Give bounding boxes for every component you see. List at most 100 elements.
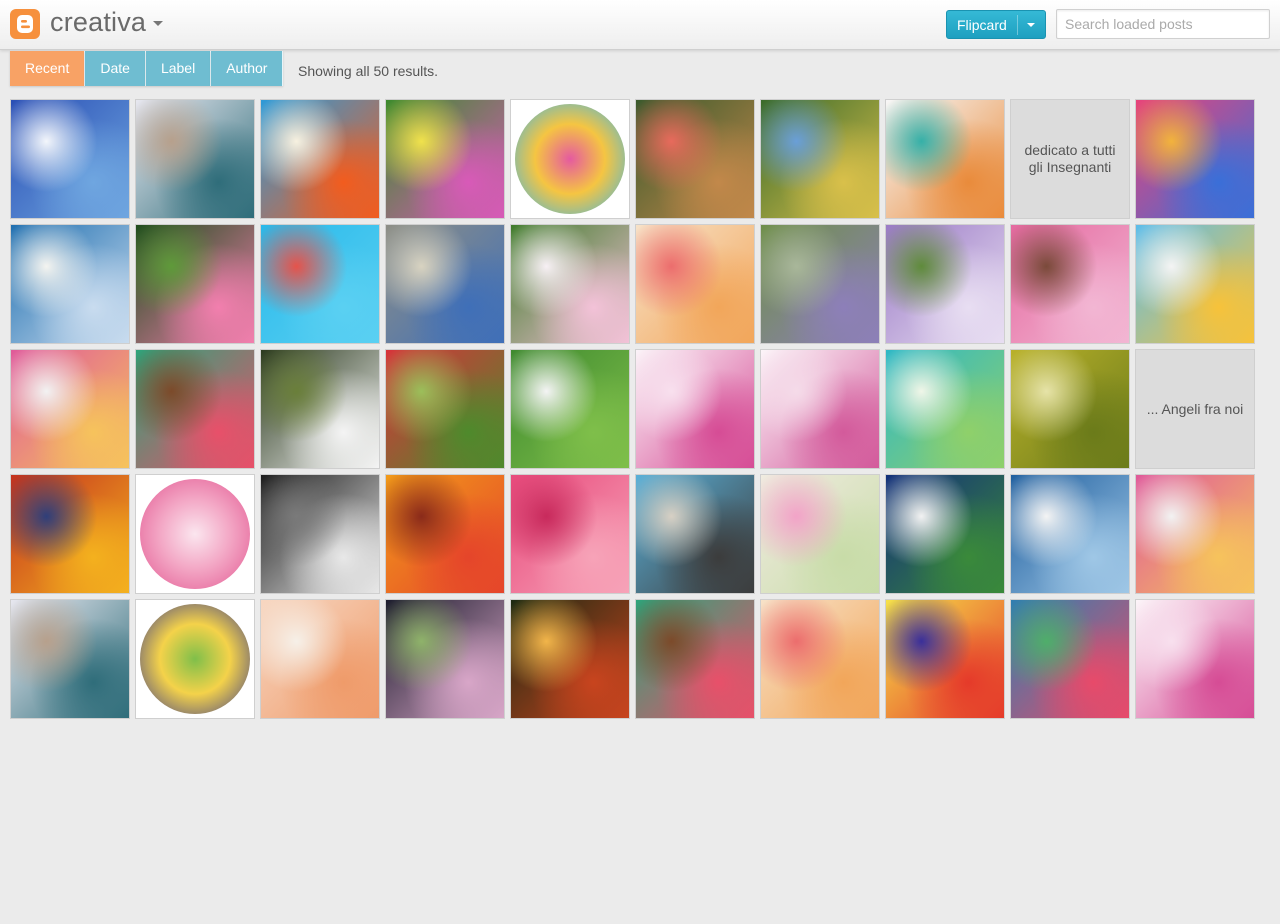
- blog-title[interactable]: creativa: [50, 7, 146, 38]
- post-image: [886, 475, 1004, 593]
- post-image: [515, 104, 625, 214]
- view-selector-divider: [1017, 15, 1018, 35]
- post-thumbnail[interactable]: [10, 599, 130, 719]
- post-thumbnail[interactable]: [510, 599, 630, 719]
- post-thumbnail[interactable]: [635, 599, 755, 719]
- post-image: [11, 475, 129, 593]
- post-thumbnail[interactable]: [1010, 474, 1130, 594]
- tab-recent[interactable]: Recent: [10, 51, 86, 86]
- post-thumbnail[interactable]: [135, 349, 255, 469]
- post-thumbnail[interactable]: [760, 224, 880, 344]
- post-thumbnail[interactable]: [1135, 474, 1255, 594]
- post-image: [136, 350, 254, 468]
- post-image: [1011, 475, 1129, 593]
- post-image: [761, 100, 879, 218]
- post-image: [136, 225, 254, 343]
- post-image: [636, 100, 754, 218]
- post-image: [261, 225, 379, 343]
- post-thumbnail[interactable]: [635, 224, 755, 344]
- post-thumbnail[interactable]: [510, 99, 630, 219]
- post-image: [886, 100, 1004, 218]
- post-image: [511, 225, 629, 343]
- post-grid: dedicato a tutti gli Insegnanti ... Angel…: [10, 99, 1260, 719]
- post-thumbnail[interactable]: [135, 474, 255, 594]
- post-thumbnail[interactable]: [885, 474, 1005, 594]
- post-image: [636, 350, 754, 468]
- post-thumbnail[interactable]: [1135, 224, 1255, 344]
- post-image: [11, 350, 129, 468]
- search-input[interactable]: [1056, 9, 1270, 39]
- post-thumbnail[interactable]: [760, 474, 880, 594]
- post-thumbnail[interactable]: [635, 474, 755, 594]
- post-thumbnail[interactable]: [10, 474, 130, 594]
- tab-label[interactable]: Label: [145, 51, 212, 86]
- sort-tabs: Recent Date Label Author: [10, 51, 284, 86]
- post-thumbnail[interactable]: [260, 474, 380, 594]
- post-image: [1136, 475, 1254, 593]
- post-image: [1011, 225, 1129, 343]
- chevron-down-icon[interactable]: [1027, 23, 1035, 27]
- post-thumbnail[interactable]: [1135, 599, 1255, 719]
- post-image: [261, 600, 379, 718]
- view-selector-button[interactable]: Flipcard: [946, 10, 1046, 39]
- post-thumbnail[interactable]: [1010, 224, 1130, 344]
- post-thumbnail[interactable]: [10, 349, 130, 469]
- post-thumbnail[interactable]: [10, 224, 130, 344]
- tab-author[interactable]: Author: [211, 51, 284, 86]
- post-image: [886, 600, 1004, 718]
- post-thumbnail[interactable]: [135, 599, 255, 719]
- post-thumbnail[interactable]: [260, 599, 380, 719]
- tab-date[interactable]: Date: [85, 51, 146, 86]
- post-image: [761, 600, 879, 718]
- post-image: [11, 600, 129, 718]
- post-thumbnail[interactable]: [885, 99, 1005, 219]
- post-thumbnail[interactable]: [510, 224, 630, 344]
- post-thumbnail[interactable]: [885, 599, 1005, 719]
- post-thumbnail[interactable]: [385, 99, 505, 219]
- post-image: [636, 225, 754, 343]
- post-image: [636, 475, 754, 593]
- chevron-down-icon[interactable]: [153, 21, 163, 26]
- post-thumbnail[interactable]: [510, 474, 630, 594]
- post-tile-text[interactable]: ... Angeli fra noi: [1135, 349, 1255, 469]
- post-thumbnail[interactable]: [385, 224, 505, 344]
- post-thumbnail[interactable]: [760, 99, 880, 219]
- post-image: [1136, 600, 1254, 718]
- post-image: [261, 100, 379, 218]
- post-thumbnail[interactable]: [260, 224, 380, 344]
- post-thumbnail[interactable]: [885, 224, 1005, 344]
- post-thumbnail[interactable]: [885, 349, 1005, 469]
- post-image: [386, 475, 504, 593]
- post-tile-text[interactable]: dedicato a tutti gli Insegnanti: [1010, 99, 1130, 219]
- post-thumbnail[interactable]: [1135, 99, 1255, 219]
- post-thumbnail[interactable]: [510, 349, 630, 469]
- post-thumbnail[interactable]: [760, 349, 880, 469]
- post-thumbnail[interactable]: [635, 349, 755, 469]
- post-thumbnail[interactable]: [385, 474, 505, 594]
- post-thumbnail[interactable]: [1010, 599, 1130, 719]
- post-image: [886, 350, 1004, 468]
- post-image: [636, 600, 754, 718]
- post-image: [1136, 225, 1254, 343]
- post-image: [1136, 100, 1254, 218]
- post-thumbnail[interactable]: [135, 224, 255, 344]
- post-thumbnail[interactable]: [385, 349, 505, 469]
- post-image: [261, 475, 379, 593]
- post-image: [11, 225, 129, 343]
- post-thumbnail[interactable]: [260, 349, 380, 469]
- view-selector-label: Flipcard: [957, 17, 1007, 33]
- post-thumbnail[interactable]: [135, 99, 255, 219]
- post-thumbnail[interactable]: [10, 99, 130, 219]
- post-image: [761, 475, 879, 593]
- post-image: [386, 350, 504, 468]
- post-thumbnail[interactable]: [260, 99, 380, 219]
- post-thumbnail[interactable]: [635, 99, 755, 219]
- post-thumbnail[interactable]: [1010, 349, 1130, 469]
- post-thumbnail[interactable]: [385, 599, 505, 719]
- post-image: [140, 479, 250, 589]
- post-thumbnail[interactable]: [760, 599, 880, 719]
- post-title: ... Angeli fra noi: [1146, 400, 1244, 417]
- blogger-logo-icon[interactable]: [10, 9, 40, 39]
- post-image: [886, 225, 1004, 343]
- post-image: [386, 225, 504, 343]
